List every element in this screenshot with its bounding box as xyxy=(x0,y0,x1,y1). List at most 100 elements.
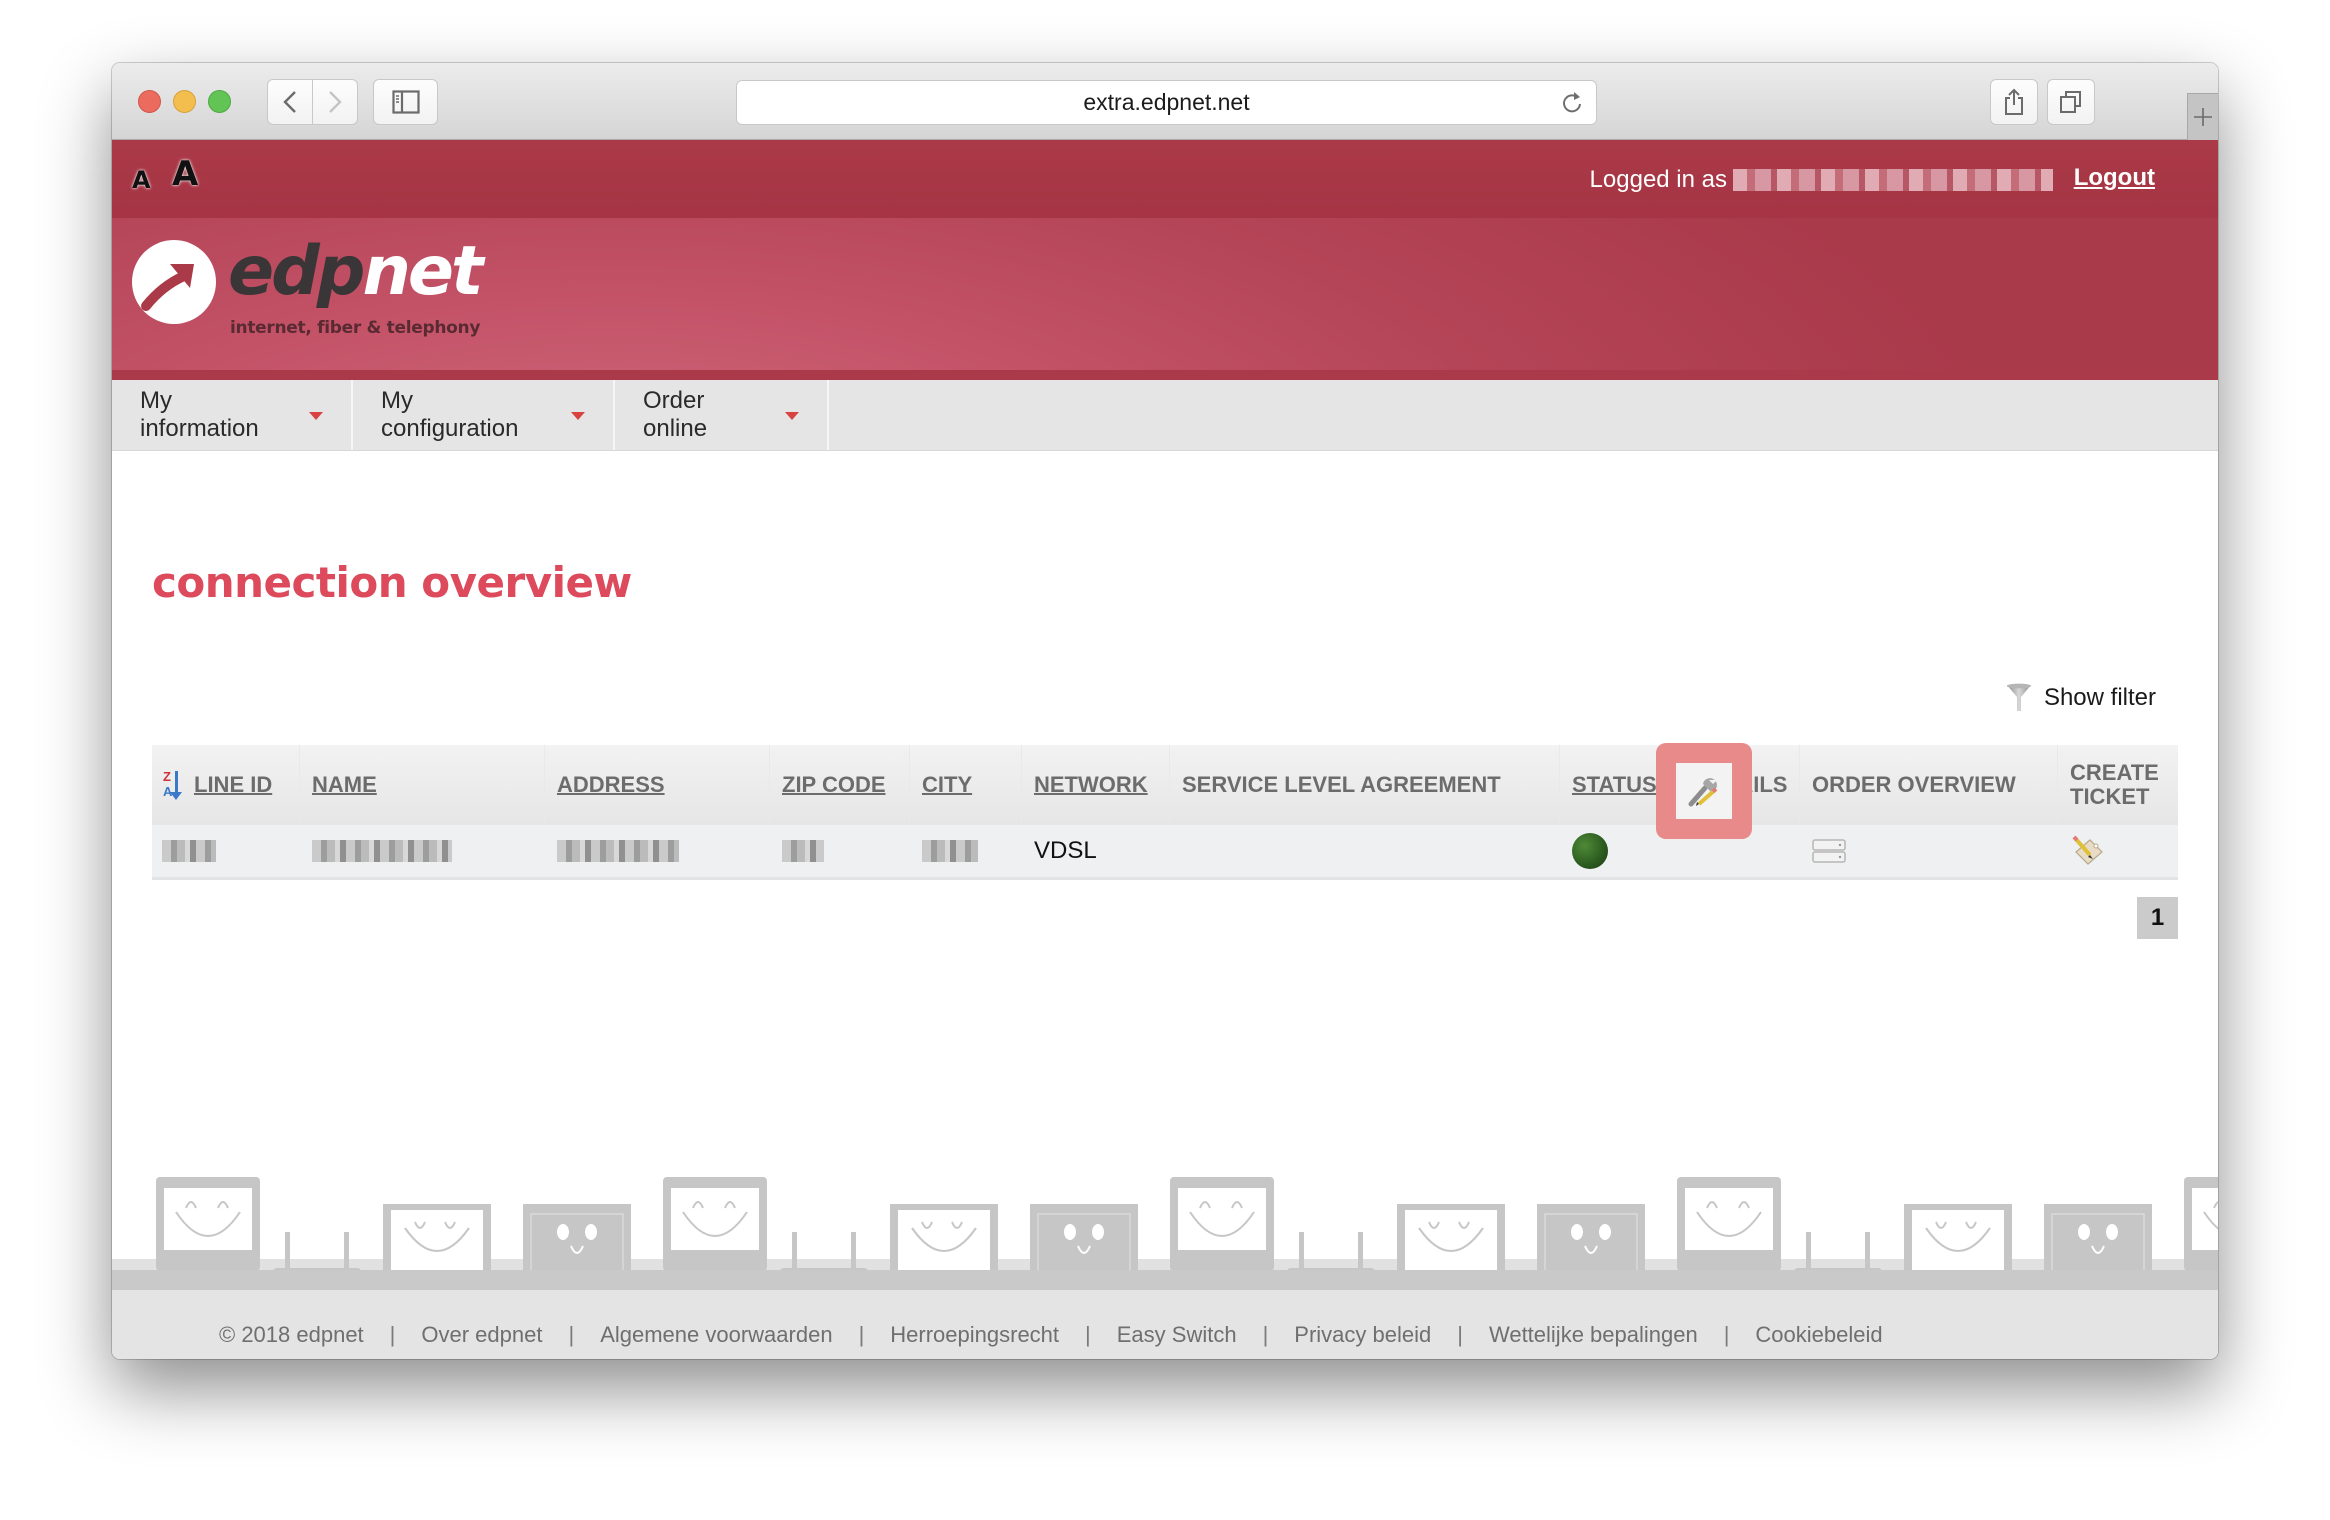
footer-link[interactable]: Privacy beleid xyxy=(1294,1322,1431,1348)
details-button[interactable] xyxy=(1676,763,1732,819)
pagination-page-1[interactable]: 1 xyxy=(2137,897,2178,939)
plus-icon xyxy=(2194,108,2212,126)
nav-label: My configuration xyxy=(381,387,519,442)
footer-separator: | xyxy=(858,1322,865,1347)
chevron-right-icon xyxy=(329,91,342,113)
browser-window: extra.edpnet.net A A Logged in as Logout xyxy=(112,63,2218,1359)
status-indicator-icon xyxy=(1572,833,1608,869)
monitor-illustration xyxy=(1170,1177,1274,1280)
nav-label: Order online xyxy=(643,387,708,442)
banner-divider xyxy=(112,370,2218,380)
redacted-value xyxy=(312,840,452,862)
dropdown-caret-icon xyxy=(571,412,585,420)
top-bar: A A Logged in as Logout xyxy=(112,140,2218,218)
redacted-value xyxy=(557,840,679,862)
tablet-illustration xyxy=(1537,1204,1645,1280)
cell-name xyxy=(300,825,545,877)
monitor-illustration xyxy=(1677,1177,1781,1280)
footer-link[interactable]: Cookiebeleid xyxy=(1755,1322,1882,1348)
increase-font-size-button[interactable]: A xyxy=(172,154,198,194)
sidebar-toggle-button[interactable] xyxy=(373,79,438,125)
laptop-illustration xyxy=(890,1204,998,1280)
back-button[interactable] xyxy=(267,79,313,125)
cell-create-ticket xyxy=(2058,825,2178,877)
laptop-illustration xyxy=(1904,1204,2012,1280)
nav-my-information[interactable]: My information xyxy=(112,380,353,450)
laptop-illustration xyxy=(383,1204,491,1280)
monitor-illustration xyxy=(156,1177,260,1280)
column-header-line-id[interactable]: ZA LINE ID xyxy=(152,745,300,825)
ticket-pencil-icon[interactable] xyxy=(2070,834,2106,868)
table-row[interactable]: VDSL xyxy=(152,825,2178,880)
footer-separator: | xyxy=(1723,1322,1730,1347)
footer-separator: | xyxy=(1457,1322,1463,1347)
order-overview-icon[interactable] xyxy=(1812,838,1846,864)
logged-in-label: Logged in as xyxy=(1589,166,1727,193)
footer-separator: | xyxy=(389,1322,396,1347)
show-filter-button[interactable]: Show filter xyxy=(2006,683,2156,713)
nav-order-online[interactable]: Order online xyxy=(615,380,829,450)
nav-my-configuration[interactable]: My configuration xyxy=(353,380,615,450)
minimize-window-button[interactable] xyxy=(173,90,196,113)
web-page: A A Logged in as Logout edpnet internet,… xyxy=(112,140,2218,1359)
funnel-icon xyxy=(2006,683,2031,711)
column-header-city[interactable]: CITY xyxy=(910,745,1022,825)
dropdown-caret-icon xyxy=(785,412,799,420)
column-header-address[interactable]: ADDRESS xyxy=(545,745,770,825)
share-button[interactable] xyxy=(1990,79,2038,125)
footer-link[interactable]: Easy Switch xyxy=(1117,1322,1237,1348)
cell-address xyxy=(545,825,770,877)
close-window-button[interactable] xyxy=(138,90,161,113)
wrench-pencil-icon xyxy=(1688,778,1718,807)
redacted-value xyxy=(922,840,978,862)
footer-link[interactable]: Algemene voorwaarden xyxy=(600,1322,832,1348)
footer: © 2018 edpnet | Over edpnet | Algemene voorw… xyxy=(112,1290,2218,1359)
laptop-illustration xyxy=(1397,1204,1505,1280)
reload-icon[interactable] xyxy=(1560,89,1584,123)
show-tabs-button[interactable] xyxy=(2047,79,2095,125)
column-header-name[interactable]: NAME xyxy=(300,745,545,825)
chevron-left-icon xyxy=(283,91,296,113)
sidebar-icon xyxy=(391,90,420,114)
logged-in-info: Logged in as xyxy=(1590,166,2053,194)
tablet-illustration xyxy=(1030,1204,1138,1280)
copyright-text: © 2018 edpnet xyxy=(219,1322,364,1347)
show-filter-label: Show filter xyxy=(2043,684,2156,711)
connection-table: ZA LINE ID NAME ADDRESS ZIP CODE CITY NE… xyxy=(152,745,2178,880)
nav-label: My information xyxy=(140,387,259,442)
tablet-illustration xyxy=(523,1204,631,1280)
user-name-redacted xyxy=(1733,169,2053,191)
footer-separator: | xyxy=(1262,1322,1269,1347)
new-tab-button[interactable] xyxy=(2187,93,2218,140)
cell-network: VDSL xyxy=(1034,837,1097,864)
column-header-network[interactable]: NETWORK xyxy=(1022,745,1170,825)
column-header-order-overview: ORDER OVERVIEW xyxy=(1800,745,2058,825)
sort-za-icon: ZA xyxy=(162,770,188,800)
zoom-window-button[interactable] xyxy=(208,90,231,113)
logo-tagline: internet, fiber & telephony xyxy=(230,318,481,338)
cell-line-id xyxy=(152,825,300,877)
address-bar[interactable]: extra.edpnet.net xyxy=(736,80,1597,125)
column-header-zip-code[interactable]: ZIP CODE xyxy=(770,745,910,825)
logout-link[interactable]: Logout xyxy=(2074,164,2155,192)
redacted-value xyxy=(162,840,216,862)
footer-link[interactable]: Over edpnet xyxy=(421,1322,542,1348)
cell-sla xyxy=(1170,825,1560,877)
forward-button[interactable] xyxy=(313,79,358,125)
url-text: extra.edpnet.net xyxy=(1083,89,1250,115)
table-header-row: ZA LINE ID NAME ADDRESS ZIP CODE CITY NE… xyxy=(152,745,2178,825)
monitor-illustration xyxy=(2184,1177,2218,1271)
footer-separator: | xyxy=(568,1322,575,1347)
devices-illustration xyxy=(156,1177,2218,1280)
footer-link[interactable]: Wettelijke bepalingen xyxy=(1489,1322,1698,1348)
decrease-font-size-button[interactable]: A xyxy=(132,166,151,194)
footer-link[interactable]: Herroepingsrecht xyxy=(890,1322,1059,1348)
footer-separator: | xyxy=(1085,1322,1091,1347)
monitor-illustration xyxy=(663,1177,767,1280)
page-title: connection overview xyxy=(152,558,632,607)
column-header-sla: SERVICE LEVEL AGREEMENT xyxy=(1170,745,1560,825)
tabs-overview-icon xyxy=(2060,91,2081,113)
footer-links: © 2018 edpnet | Over edpnet | Algemene voorw… xyxy=(219,1322,1883,1348)
dropdown-caret-icon xyxy=(309,412,323,420)
redacted-value xyxy=(782,840,824,862)
